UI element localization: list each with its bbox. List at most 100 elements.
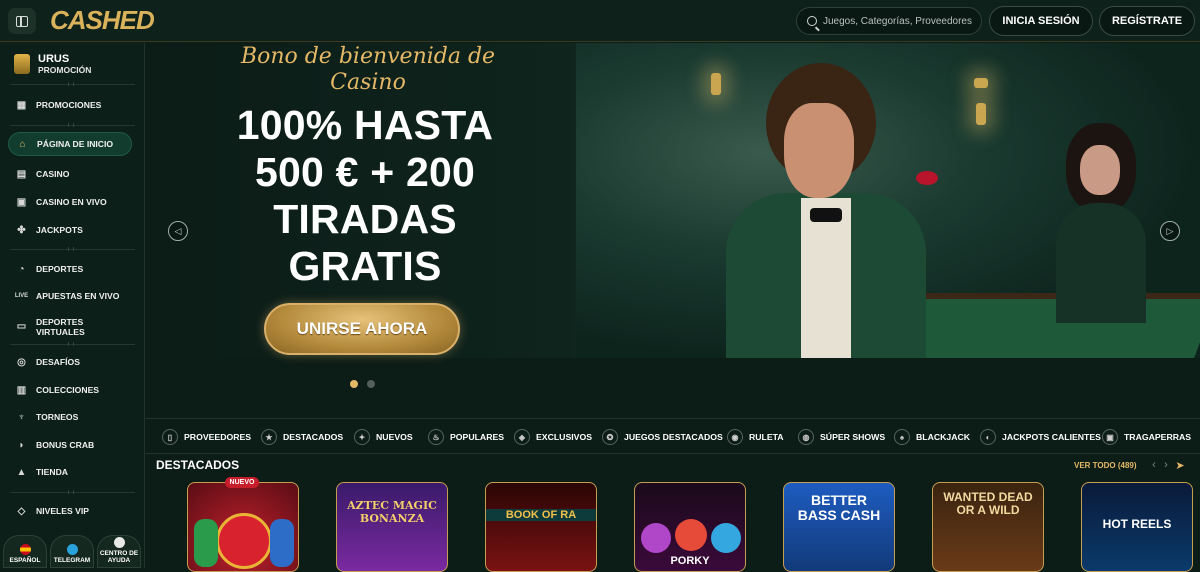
provider-icon: ▯ xyxy=(162,429,178,445)
prev-slide-button[interactable]: ◁ xyxy=(168,221,188,241)
bonus-subtitle: Bono de bienvenida de Casino xyxy=(240,44,496,95)
game-art xyxy=(270,519,294,567)
category-super-shows[interactable]: ◍ SÚPER SHOWS xyxy=(798,425,885,449)
game-card[interactable]: BOOK OF RA xyxy=(485,482,597,572)
sidebar-item-label: BONUS CRAB xyxy=(36,440,95,450)
divider xyxy=(10,123,135,127)
category-label: PROVEEDORES xyxy=(184,432,252,442)
divider xyxy=(10,82,135,86)
hero-image xyxy=(576,43,1200,358)
sidebar-item-casino[interactable]: ▤ CASINO xyxy=(8,162,132,186)
challenge-icon: ◎ xyxy=(17,356,26,368)
category-label: RULETA xyxy=(749,432,784,442)
view-all-link[interactable]: VER TODO (489) xyxy=(1074,461,1137,470)
sidebar-item-promociones[interactable]: ▦ PROMOCIONES xyxy=(8,93,132,117)
logo[interactable]: CASHED xyxy=(50,5,155,36)
top-bar: CASHED Juegos, Categorías, Proveedores I… xyxy=(0,0,1200,42)
category-label: JUEGOS DESTACADOS xyxy=(624,432,723,442)
sidebar-item-desafios[interactable]: ◎ DESAFÍOS xyxy=(8,350,132,374)
game-card[interactable]: PORKY xyxy=(634,482,746,572)
hot-jackpot-icon: ◐ xyxy=(980,429,996,445)
arrow-right-icon[interactable]: ➤ xyxy=(1174,459,1186,472)
badge-icon: ✪ xyxy=(602,429,618,445)
telegram-button[interactable]: TELEGRAM xyxy=(50,535,94,568)
category-blackjack[interactable]: ♠ BLACKJACK xyxy=(894,425,970,449)
car-icon xyxy=(14,54,30,74)
sidebar-item-colecciones[interactable]: ▥ COLECCIONES xyxy=(8,378,132,402)
category-jackpots-calientes[interactable]: ◐ JACKPOTS CALIENTES xyxy=(980,425,1101,449)
login-button[interactable]: INICIA SESIÓN xyxy=(989,6,1093,36)
fire-icon: ♨ xyxy=(428,429,444,445)
category-label: DESTACADOS xyxy=(283,432,344,442)
search-input[interactable]: Juegos, Categorías, Proveedores xyxy=(796,7,982,35)
category-label: NUEVOS xyxy=(376,432,413,442)
category-destacados[interactable]: ★ DESTACADOS xyxy=(261,425,343,449)
game-title: PORKY xyxy=(670,555,710,567)
game-title: AZTEC MAGIC BONANZA xyxy=(347,499,437,525)
promo-banner[interactable]: URUS PROMOCIÓN xyxy=(14,53,91,75)
game-title: WANTED DEAD OR A WILD xyxy=(943,490,1033,517)
category-label: POPULARES xyxy=(450,432,505,442)
game-art xyxy=(216,513,272,569)
sidebar-item-label: CASINO EN VIVO xyxy=(36,197,107,207)
category-ruleta[interactable]: ◉ RULETA xyxy=(727,425,784,449)
category-juegos-destacados[interactable]: ✪ JUEGOS DESTACADOS xyxy=(602,425,723,449)
dealer-figure xyxy=(1046,123,1156,323)
sidebar-item-tienda[interactable]: ▲ TIENDA xyxy=(8,460,132,484)
category-tragaperras[interactable]: ▣ TRAGAPERRAS xyxy=(1102,425,1191,449)
game-card[interactable] xyxy=(187,482,299,572)
category-populares[interactable]: ♨ POPULARES xyxy=(428,425,504,449)
sidebar-item-home[interactable]: ⌂ PÁGINA DE INICIO xyxy=(8,132,132,156)
gem-icon: ◈ xyxy=(514,429,530,445)
chevron-right-icon[interactable]: › xyxy=(1160,459,1172,471)
spain-flag-icon xyxy=(19,544,31,555)
sidebar-item-label: CASINO xyxy=(36,169,70,179)
live-icon: LIVE xyxy=(14,293,29,299)
help-label: CENTRO DE AYUDA xyxy=(99,550,139,564)
game-title: BETTER BASS CASH xyxy=(797,492,881,523)
sidebar-item-deportes[interactable]: ◔ DEPORTES xyxy=(8,257,132,281)
slide-dot[interactable] xyxy=(367,380,375,388)
sidebar-item-label: JACKPOTS xyxy=(36,225,83,235)
help-center-button[interactable]: CENTRO DE AYUDA xyxy=(97,535,141,568)
sidebar-item-label: DESAFÍOS xyxy=(36,357,80,367)
sidebar-item-vip[interactable]: ◇ NIVELES VIP xyxy=(8,499,132,523)
telegram-icon xyxy=(66,544,78,555)
sidebar-item-bonus-crab[interactable]: ◗ BONUS CRAB xyxy=(8,433,132,457)
category-proveedores[interactable]: ▯ PROVEEDORES xyxy=(162,425,251,449)
game-art xyxy=(711,523,741,553)
sidebar-item-label: COLECCIONES xyxy=(36,385,100,395)
next-slide-button[interactable]: ▷ xyxy=(1160,221,1180,241)
chevron-left-icon[interactable]: ‹ xyxy=(1148,459,1160,471)
divider xyxy=(10,342,135,346)
game-art xyxy=(675,519,707,551)
home-icon: ⌂ xyxy=(19,138,26,150)
game-art xyxy=(641,523,671,553)
join-now-button[interactable]: UNIRSE AHORA xyxy=(264,303,460,355)
game-card[interactable]: WANTED DEAD OR A WILD xyxy=(932,482,1044,572)
sidebar-item-virtual-sports[interactable]: ▭ DEPORTES VIRTUALES xyxy=(8,312,132,342)
register-button[interactable]: REGÍSTRATE xyxy=(1099,6,1195,36)
slide-dot-active[interactable] xyxy=(350,380,358,388)
language-button[interactable]: ESPAÑOL xyxy=(3,535,47,568)
sidebar-item-label: TORNEOS xyxy=(36,412,79,422)
sidebar-item-live-bets[interactable]: LIVE APUESTAS EN VIVO xyxy=(8,284,132,308)
featured-title: DESTACADOS xyxy=(156,458,240,472)
sidebar-item-live-casino[interactable]: ▣ CASINO EN VIVO xyxy=(8,190,132,214)
sidebar-item-label: PROMOCIONES xyxy=(36,100,102,110)
sidebar-item-label: PÁGINA DE INICIO xyxy=(37,139,114,149)
search-placeholder: Juegos, Categorías, Proveedores xyxy=(823,15,972,27)
category-nuevos[interactable]: ✦ NUEVOS xyxy=(354,425,413,449)
sidebar-toggle-button[interactable] xyxy=(8,8,36,34)
sidebar-item-torneos[interactable]: ♆ TORNEOS xyxy=(8,405,132,429)
sidebar-item-jackpots[interactable]: ✤ JACKPOTS xyxy=(8,218,132,242)
game-card[interactable]: AZTEC MAGIC BONANZA xyxy=(336,482,448,572)
game-card[interactable]: BETTER BASS CASH xyxy=(783,482,895,572)
category-label: TRAGAPERRAS xyxy=(1124,432,1192,442)
new-badge: NUEVO xyxy=(225,477,259,488)
promo-title: URUS xyxy=(38,53,70,65)
category-exclusivos[interactable]: ◈ EXCLUSIVOS xyxy=(514,425,592,449)
collection-icon: ▥ xyxy=(16,384,27,396)
game-card[interactable]: HOT REELS xyxy=(1081,482,1193,572)
sidebar-item-label: TIENDA xyxy=(36,467,68,477)
